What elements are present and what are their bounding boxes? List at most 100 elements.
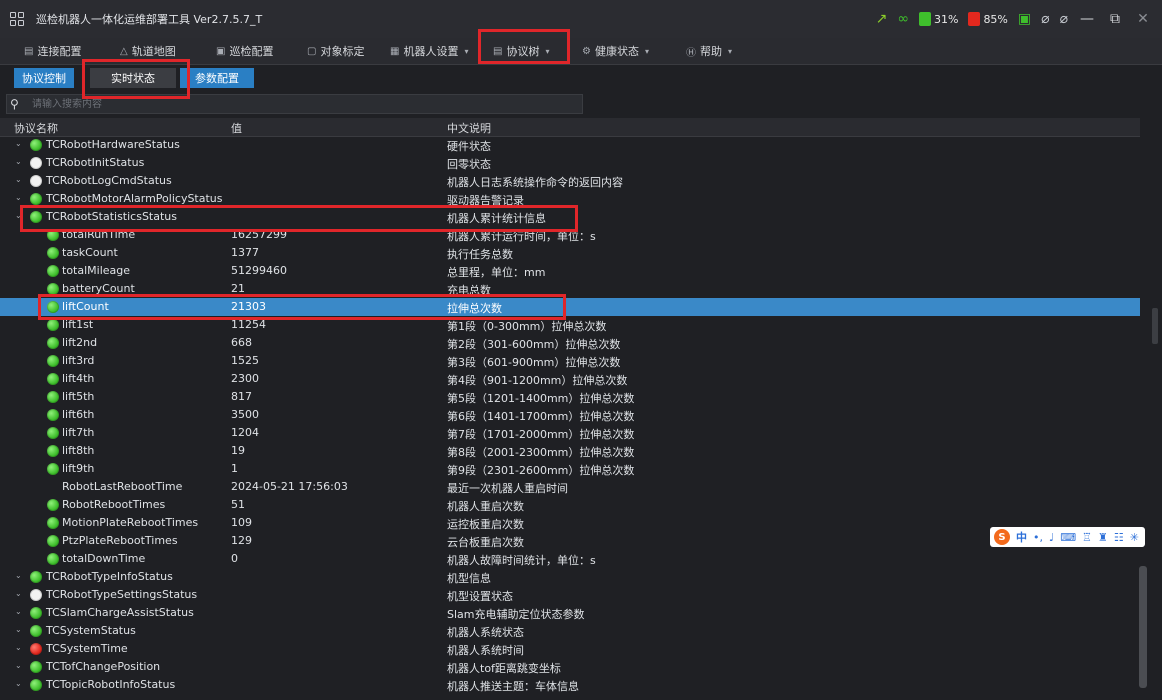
table-row[interactable]: lift8th 19 第8段（2001-2300mm）拉伸总次数 xyxy=(0,442,1140,460)
table-header: 协议名称 值 中文说明 xyxy=(0,118,1140,137)
table-row[interactable]: batteryCount 21 充电总数 xyxy=(0,280,1140,298)
table-row[interactable]: MotionPlateRebootTimes 109 运控板重启次数 xyxy=(0,514,1140,532)
table-row[interactable]: ⌄ TCRobotStatisticsStatus 机器人累计统计信息 xyxy=(0,208,1140,226)
menu-inspect-config[interactable]: ▣ 巡检配置 xyxy=(216,41,273,61)
table-row[interactable]: ⌄ TCRobotHardwareStatus 硬件状态 xyxy=(0,136,1140,154)
table-row[interactable]: ⌄ TCSlamChargeAssistStatus Slam充电辅助定位状态参数 xyxy=(0,604,1140,622)
link-icon[interactable]: ∞ xyxy=(897,12,909,26)
grid-icon[interactable]: ☷ xyxy=(1114,531,1124,544)
record-icon[interactable]: ▣ xyxy=(1018,12,1031,26)
table-row[interactable]: lift7th 1204 第7段（1701-2000mm）拉伸总次数 xyxy=(0,424,1140,442)
splitter-handle[interactable] xyxy=(1152,308,1158,344)
search-input[interactable] xyxy=(30,97,574,111)
scrollbar-thumb[interactable] xyxy=(1139,566,1147,688)
game-icon[interactable]: ♜ xyxy=(1098,531,1108,544)
sogou-logo-icon: S xyxy=(994,529,1010,545)
expand-chevron-icon[interactable]: ⌄ xyxy=(15,175,22,184)
table-row[interactable]: ⌄ TCTofChangePosition 机器人tof距离跳变坐标 xyxy=(0,658,1140,676)
menu-health-status[interactable]: ⚙ 健康状态 ▾ xyxy=(582,41,649,61)
menu-help[interactable]: Ⓗ 帮助 ▾ xyxy=(686,41,732,61)
shirt-icon[interactable]: ♖ xyxy=(1082,531,1092,544)
protocol-name: lift2nd xyxy=(62,336,98,349)
table-row[interactable]: totalDownTime 0 机器人故障时间统计，单位：s xyxy=(0,550,1140,568)
expand-chevron-icon[interactable]: ⌄ xyxy=(15,139,22,148)
expand-chevron-icon[interactable]: ⌄ xyxy=(15,643,22,652)
menu-track-map[interactable]: △ 轨道地图 xyxy=(120,41,176,61)
protocol-value: 0 xyxy=(231,552,238,565)
table-row[interactable]: ⌄ TCSystemStatus 机器人系统状态 xyxy=(0,622,1140,640)
column-desc-header[interactable]: 中文说明 xyxy=(447,120,491,136)
column-name-header[interactable]: 协议名称 xyxy=(14,120,58,136)
menu-robot-settings[interactable]: ▦ 机器人设置 ▾ xyxy=(390,41,468,61)
punct-icon[interactable]: •, xyxy=(1033,531,1043,544)
table-row[interactable]: ⌄ TCRobotTypeSettingsStatus 机型设置状态 xyxy=(0,586,1140,604)
protocol-value: 51299460 xyxy=(231,264,287,277)
ime-toolbar[interactable]: S 中 •, ♩ ⌨ ♖ ♜ ☷ ✳ xyxy=(990,527,1145,547)
table-row[interactable]: RobotRebootTimes 51 机器人重启次数 xyxy=(0,496,1140,514)
table-row[interactable]: ⌄ TCRobotMotorAlarmPolicyStatus 驱动器告警记录 xyxy=(0,190,1140,208)
table-row[interactable]: lift9th 1 第9段（2301-2600mm）拉伸总次数 xyxy=(0,460,1140,478)
table-row[interactable]: ⌄ TCRobotLogCmdStatus 机器人日志系统操作命令的返回内容 xyxy=(0,172,1140,190)
expand-chevron-icon[interactable]: ⌄ xyxy=(15,157,22,166)
expand-chevron-icon[interactable]: ⌄ xyxy=(15,589,22,598)
protocol-name: lift1st xyxy=(62,318,94,331)
table-row[interactable]: lift1st 11254 第1段（0-300mm）拉伸总次数 xyxy=(0,316,1140,334)
table-row[interactable]: liftCount 21303 拉伸总次数 xyxy=(0,298,1140,316)
tree-icon: ▤ xyxy=(493,45,503,57)
tab-param-config[interactable]: 参数配置 xyxy=(180,68,254,88)
protocol-description: 机器人累计统计信息 xyxy=(447,212,546,225)
protocol-value: 1525 xyxy=(231,354,259,367)
table-row[interactable]: lift6th 3500 第6段（1401-1700mm）拉伸总次数 xyxy=(0,406,1140,424)
table-row[interactable]: lift3rd 1525 第3段（601-900mm）拉伸总次数 xyxy=(0,352,1140,370)
protocol-name: TCRobotStatisticsStatus xyxy=(46,210,177,223)
table-row[interactable]: RobotLastRebootTime 2024-05-21 17:56:03 最近… xyxy=(0,478,1140,496)
table-row[interactable]: totalMileage 51299460 总里程，单位：mm xyxy=(0,262,1140,280)
menu-connect-config[interactable]: ▤ 连接配置 xyxy=(24,41,81,61)
table-row[interactable]: ⌄ TCTopicRobotInfoStatus 机器人推送主题：车体信息 xyxy=(0,676,1140,694)
restore-button[interactable]: ⧉ xyxy=(1106,11,1124,27)
protocol-description: 总里程，单位：mm xyxy=(447,266,546,279)
tab-realtime-status[interactable]: 实时状态 xyxy=(90,68,176,88)
table-row[interactable]: ⌄ TCRobotTypeInfoStatus 机型信息 xyxy=(0,568,1140,586)
protocol-description: 第6段（1401-1700mm）拉伸总次数 xyxy=(447,410,635,423)
tab-protocol-control[interactable]: 协议控制 xyxy=(14,68,74,88)
plug-icon[interactable]: ⌀ xyxy=(1060,12,1068,26)
expand-chevron-icon[interactable]: ⌄ xyxy=(15,661,22,670)
close-button[interactable]: ✕ xyxy=(1134,11,1152,27)
expand-chevron-icon[interactable]: ⌄ xyxy=(15,625,22,634)
expand-chevron-icon[interactable]: ⌄ xyxy=(15,211,22,220)
minimize-button[interactable]: — xyxy=(1078,11,1096,27)
protocol-name: lift6th xyxy=(62,408,95,421)
status-dot-icon xyxy=(47,445,59,457)
table-row[interactable]: lift5th 817 第5段（1201-1400mm）拉伸总次数 xyxy=(0,388,1140,406)
table-row[interactable]: PtzPlateRebootTimes 129 云台板重启次数 xyxy=(0,532,1140,550)
wifi-icon[interactable]: ↗ xyxy=(876,12,888,26)
table-row[interactable]: ⌄ TCRobotInitStatus 回零状态 xyxy=(0,154,1140,172)
protocol-value: 1377 xyxy=(231,246,259,259)
table-row[interactable]: ⌄ TCSystemTime 机器人系统时间 xyxy=(0,640,1140,658)
table-row[interactable]: lift2nd 668 第2段（301-600mm）拉伸总次数 xyxy=(0,334,1140,352)
expand-chevron-icon[interactable]: ⌄ xyxy=(15,193,22,202)
status-dot-icon xyxy=(30,175,42,187)
protocol-name: TCSystemTime xyxy=(46,642,128,655)
menu-object-calibration[interactable]: ▢ 对象标定 xyxy=(307,41,364,61)
column-value-header[interactable]: 值 xyxy=(231,120,242,136)
protocol-value: 2300 xyxy=(231,372,259,385)
keyboard-icon[interactable]: ⌨ xyxy=(1060,531,1076,544)
expand-chevron-icon[interactable]: ⌄ xyxy=(15,607,22,616)
ime-language[interactable]: 中 xyxy=(1016,529,1027,545)
table-row[interactable]: totalRunTime 16257299 机器人累计运行时间，单位：s xyxy=(0,226,1140,244)
status-dot-icon xyxy=(47,535,59,547)
health-icon: ⚙ xyxy=(582,45,591,57)
settings-icon[interactable]: ✳ xyxy=(1130,531,1139,544)
battery-icon xyxy=(918,12,931,26)
expand-chevron-icon[interactable]: ⌄ xyxy=(15,571,22,580)
app-icon xyxy=(10,12,24,26)
mic-icon[interactable]: ♩ xyxy=(1049,531,1054,544)
menu-protocol-tree[interactable]: ▤ 协议树 ▾ xyxy=(493,41,549,61)
status-dot-icon xyxy=(30,607,42,619)
table-row[interactable]: lift4th 2300 第4段（901-1200mm）拉伸总次数 xyxy=(0,370,1140,388)
table-row[interactable]: taskCount 1377 执行任务总数 xyxy=(0,244,1140,262)
expand-chevron-icon[interactable]: ⌄ xyxy=(15,679,22,688)
plug-icon[interactable]: ⌀ xyxy=(1041,12,1049,26)
